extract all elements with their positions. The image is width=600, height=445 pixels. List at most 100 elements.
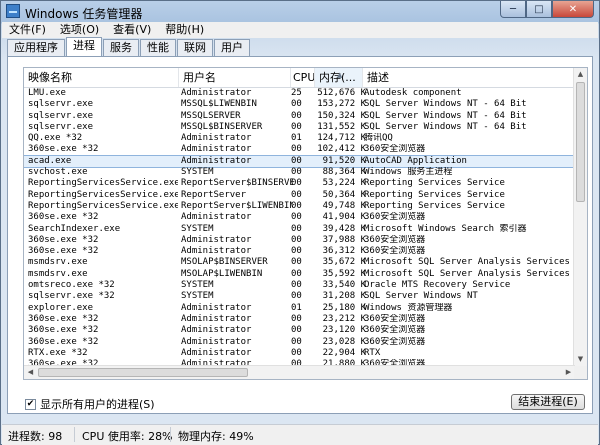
menu-help[interactable]: 帮助(H) — [158, 22, 211, 38]
row-description: Reporting Services Service — [364, 178, 505, 189]
row-user-name: MSSQLSERVER — [181, 110, 241, 121]
row-image-name: RTX.exe *32 — [28, 347, 88, 358]
row-description: Windows 资源管理器 — [364, 302, 453, 313]
process-row[interactable]: msmdsrv.exe MSOLAP$LIWENBIN 00 35,592 K Micr… — [24, 269, 575, 280]
row-image-name: ReportingServicesService.exe — [28, 178, 178, 189]
row-description: Reporting Services Service — [364, 200, 505, 211]
tab-users[interactable]: 用户 — [214, 39, 250, 56]
task-manager-window: Windows 任务管理器 ─ □ ✕ 文件(F) 选项(O) 查看(V) 帮助… — [0, 0, 600, 445]
row-memory: 35,592 K — [322, 268, 366, 279]
process-row[interactable]: 360se.exe *32 Administrator 00 23,120 K 360安… — [24, 325, 575, 336]
process-row[interactable]: 360se.exe *32 Administrator 00 41,904 K 360安… — [24, 212, 575, 223]
row-user-name: SYSTEM — [181, 280, 214, 291]
row-description: AutoCAD Application — [364, 155, 467, 166]
process-row[interactable]: msmdsrv.exe MSOLAP$BINSERVER 00 35,672 K Mic… — [24, 257, 575, 268]
process-row[interactable]: sqlservr.exe MSSQLSERVER 00 150,324 K SQL Se… — [24, 111, 575, 122]
horizontal-scroll-thumb[interactable] — [38, 368, 248, 377]
process-row[interactable]: 360se.exe *32 Administrator 00 23,028 K 360安… — [24, 337, 575, 348]
row-description: 360安全浏览器 — [364, 336, 426, 347]
process-row[interactable]: ReportingServicesService.exe ReportServer… — [24, 201, 575, 212]
row-user-name: MSSQL$LIWENBIN — [181, 99, 257, 110]
process-row[interactable]: sqlservr.exe MSSQL$BINSERVER 00 131,552 K SQ… — [24, 122, 575, 133]
process-row[interactable]: QQ.exe *32 Administrator 01 124,712 K 腾讯QQ — [24, 133, 575, 144]
scroll-down-icon[interactable]: ▼ — [574, 353, 587, 366]
status-divider — [74, 427, 75, 442]
tab-applications[interactable]: 应用程序 — [7, 39, 65, 56]
process-row[interactable]: acad.exe Administrator 00 91,520 K AutoCAD A… — [24, 154, 576, 169]
row-memory: 31,208 K — [322, 291, 366, 302]
menu-view[interactable]: 查看(V) — [106, 22, 158, 38]
process-row[interactable]: LMU.exe Administrator 25 512,676 K Autodesk … — [24, 88, 575, 99]
process-row[interactable]: ReportingServicesService.exe ReportServer… — [24, 190, 575, 201]
row-image-name: ReportingServicesService.exe — [28, 189, 178, 200]
process-row[interactable]: RTX.exe *32 Administrator 00 22,904 K RTX — [24, 348, 575, 359]
process-row[interactable]: SearchIndexer.exe SYSTEM 00 39,428 K Microso… — [24, 224, 575, 235]
tab-processes[interactable]: 进程 — [66, 37, 102, 56]
process-row[interactable]: 360se.exe *32 Administrator 00 102,412 K 360… — [24, 144, 575, 155]
row-user-name: ReportServer$LIWENBIN — [181, 200, 293, 211]
tab-networking[interactable]: 联网 — [177, 39, 213, 56]
process-row[interactable]: sqlservr.exe *32 SYSTEM 00 31,208 K SQL Serv… — [24, 291, 575, 302]
status-divider — [170, 427, 171, 442]
row-memory: 33,540 K — [322, 280, 366, 291]
column-image-name[interactable]: 映像名称 — [24, 68, 179, 87]
row-memory: 512,676 K — [317, 88, 366, 98]
row-memory: 41,904 K — [322, 212, 366, 223]
row-description: 360安全浏览器 — [364, 325, 426, 336]
process-row[interactable]: sqlservr.exe MSSQL$LIWENBIN 00 153,272 K SQL… — [24, 99, 575, 110]
process-row[interactable]: 360se.exe *32 Administrator 00 23,212 K 360安… — [24, 314, 575, 325]
process-row[interactable]: ReportingServicesService.exe ReportServer… — [24, 178, 575, 189]
task-manager-app-icon — [6, 4, 20, 18]
column-description[interactable]: 描述 — [363, 68, 575, 87]
vertical-scroll-thumb[interactable] — [576, 82, 585, 202]
process-row[interactable]: 360se.exe *32 Administrator 00 36,312 K 360安… — [24, 246, 575, 257]
scroll-left-icon[interactable]: ◀ — [24, 366, 37, 379]
menu-options[interactable]: 选项(O) — [53, 22, 106, 38]
minimize-button[interactable]: ─ — [500, 1, 526, 18]
row-user-name: Administrator — [181, 88, 252, 98]
close-button[interactable]: ✕ — [552, 1, 594, 18]
show-all-users-option[interactable]: ✔ 显示所有用户的进程(S) — [25, 396, 155, 412]
process-row[interactable]: 360se.exe *32 Administrator 00 37,988 K 360安… — [24, 235, 575, 246]
show-all-users-checkbox[interactable]: ✔ — [25, 398, 36, 410]
row-description: 360安全浏览器 — [364, 144, 426, 155]
row-image-name: SearchIndexer.exe — [28, 223, 121, 234]
row-description: Microsoft SQL Server Analysis Services — [364, 257, 570, 268]
column-memory[interactable]: ▲ 内存(... — [315, 68, 363, 87]
show-all-users-label[interactable]: 显示所有用户的进程(S) — [40, 396, 155, 412]
row-image-name: 360se.exe *32 — [28, 336, 99, 347]
window-title: Windows 任务管理器 — [25, 7, 143, 21]
row-image-name: sqlservr.exe *32 — [28, 291, 115, 302]
tab-services[interactable]: 服务 — [103, 39, 139, 56]
menu-file[interactable]: 文件(F) — [2, 22, 53, 38]
process-row[interactable]: omtsreco.exe *32 SYSTEM 00 33,540 K Oracle M… — [24, 280, 575, 291]
vertical-scrollbar[interactable]: ▲ ▼ — [573, 68, 587, 366]
horizontal-scrollbar[interactable]: ◀ ▶ — [24, 365, 575, 379]
row-description: 360安全浏览器 — [364, 212, 426, 223]
row-description: SQL Server Windows NT - 64 Bit — [364, 99, 527, 110]
process-list[interactable]: 映像名称 用户名 CPU ▲ 内存(... 描述 LMU.exe Administ… — [23, 67, 588, 380]
title-bar[interactable]: Windows 任务管理器 ─ □ ✕ — [1, 1, 599, 22]
status-physical-memory: 物理内存: 49% — [178, 430, 254, 443]
process-row[interactable]: svchost.exe SYSTEM 00 88,364 K Windows 服务主进程 — [24, 167, 575, 178]
row-user-name: SYSTEM — [181, 167, 214, 178]
row-image-name: 360se.exe *32 — [28, 234, 99, 245]
column-cpu[interactable]: CPU — [291, 68, 315, 87]
row-memory: 49,748 K — [322, 200, 366, 211]
row-memory: 37,988 K — [322, 234, 366, 245]
row-description: Microsoft Windows Search 索引器 — [364, 223, 527, 234]
process-row[interactable]: explorer.exe Administrator 01 25,180 K Windo… — [24, 303, 575, 314]
tab-performance[interactable]: 性能 — [140, 39, 176, 56]
row-memory: 102,412 K — [317, 144, 366, 155]
row-image-name: acad.exe — [28, 155, 72, 166]
maximize-button[interactable]: □ — [526, 1, 552, 18]
row-image-name: msmdsrv.exe — [28, 268, 88, 279]
scroll-up-icon[interactable]: ▲ — [574, 68, 587, 81]
status-process-count: 进程数: 98 — [8, 430, 63, 443]
column-user-name[interactable]: 用户名 — [179, 68, 291, 87]
row-image-name: msmdsrv.exe — [28, 257, 88, 268]
row-description: RTX — [364, 347, 381, 358]
row-description: SQL Server Windows NT — [364, 291, 478, 302]
end-process-button[interactable]: 结束进程(E) — [511, 394, 585, 410]
row-image-name: 360se.exe *32 — [28, 212, 99, 223]
